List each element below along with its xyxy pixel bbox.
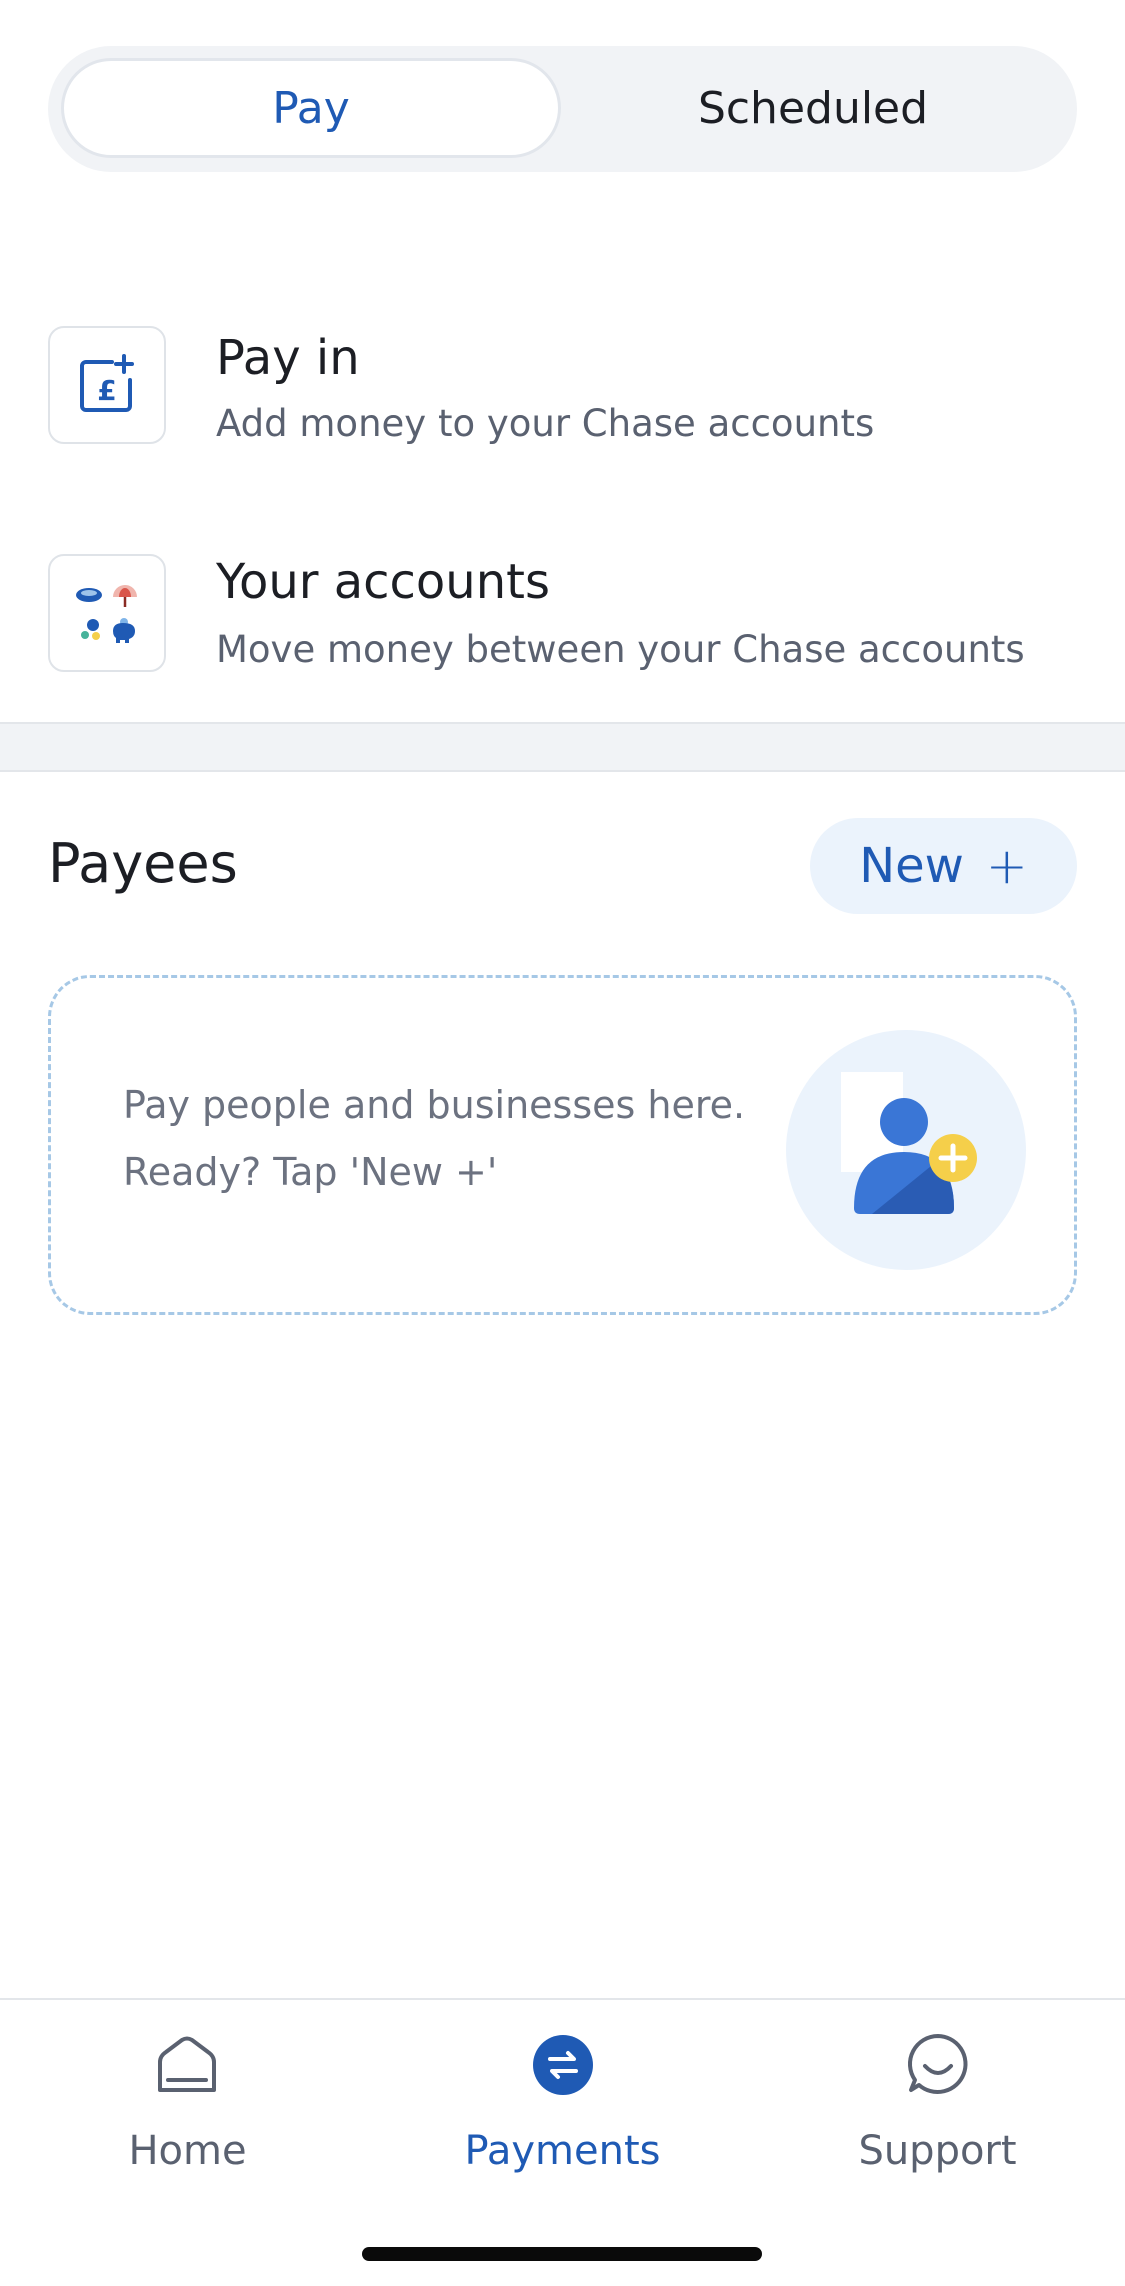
home-icon <box>158 2036 216 2092</box>
tab-scheduled[interactable]: Scheduled <box>563 58 1063 158</box>
plus-icon: + <box>985 837 1028 895</box>
pay-in-title: Pay in <box>216 330 360 386</box>
tab-pay[interactable]: Pay <box>61 58 561 158</box>
transfer-arrows-icon <box>533 2035 593 2095</box>
your-accounts-subtitle: Move money between your Chase accounts <box>216 628 1025 671</box>
svg-text:£: £ <box>97 374 116 407</box>
nav-home[interactable]: Home <box>0 2000 375 2200</box>
add-person-icon <box>786 1030 1026 1270</box>
section-divider <box>0 722 1125 772</box>
nav-home-label: Home <box>128 2128 247 2174</box>
pay-in-icon-tile: £ <box>48 326 166 444</box>
chat-bubble-icon <box>907 2034 968 2094</box>
your-accounts-icon-tile <box>48 554 166 672</box>
account-icons-grid <box>76 585 137 643</box>
your-accounts-row[interactable]: Your accounts Move money between your Ch… <box>0 534 1125 714</box>
home-indicator <box>362 2247 762 2261</box>
empty-state-line-2: Ready? Tap 'New +' <box>123 1150 498 1194</box>
nav-payments[interactable]: Payments <box>375 2000 750 2200</box>
empty-state-line-1: Pay people and businesses here. <box>123 1083 746 1127</box>
nav-support[interactable]: Support <box>750 2000 1125 2200</box>
bottom-nav: Home Payments Support <box>0 1998 1125 2286</box>
new-payee-button[interactable]: New + <box>810 818 1077 914</box>
pay-in-subtitle: Add money to your Chase accounts <box>216 402 875 445</box>
nav-payments-label: Payments <box>464 2128 661 2174</box>
payees-title: Payees <box>48 832 238 895</box>
pound-plus-icon: £ <box>80 354 134 412</box>
nav-support-label: Support <box>858 2128 1017 2174</box>
pay-scheduled-toggle: Pay Scheduled <box>48 46 1077 172</box>
pay-in-row[interactable]: £ Pay in Add money to your Chase account… <box>0 308 1125 488</box>
payees-empty-state: Pay people and businesses here. Ready? T… <box>48 975 1077 1315</box>
new-payee-label: New <box>859 838 964 894</box>
your-accounts-title: Your accounts <box>216 554 550 610</box>
